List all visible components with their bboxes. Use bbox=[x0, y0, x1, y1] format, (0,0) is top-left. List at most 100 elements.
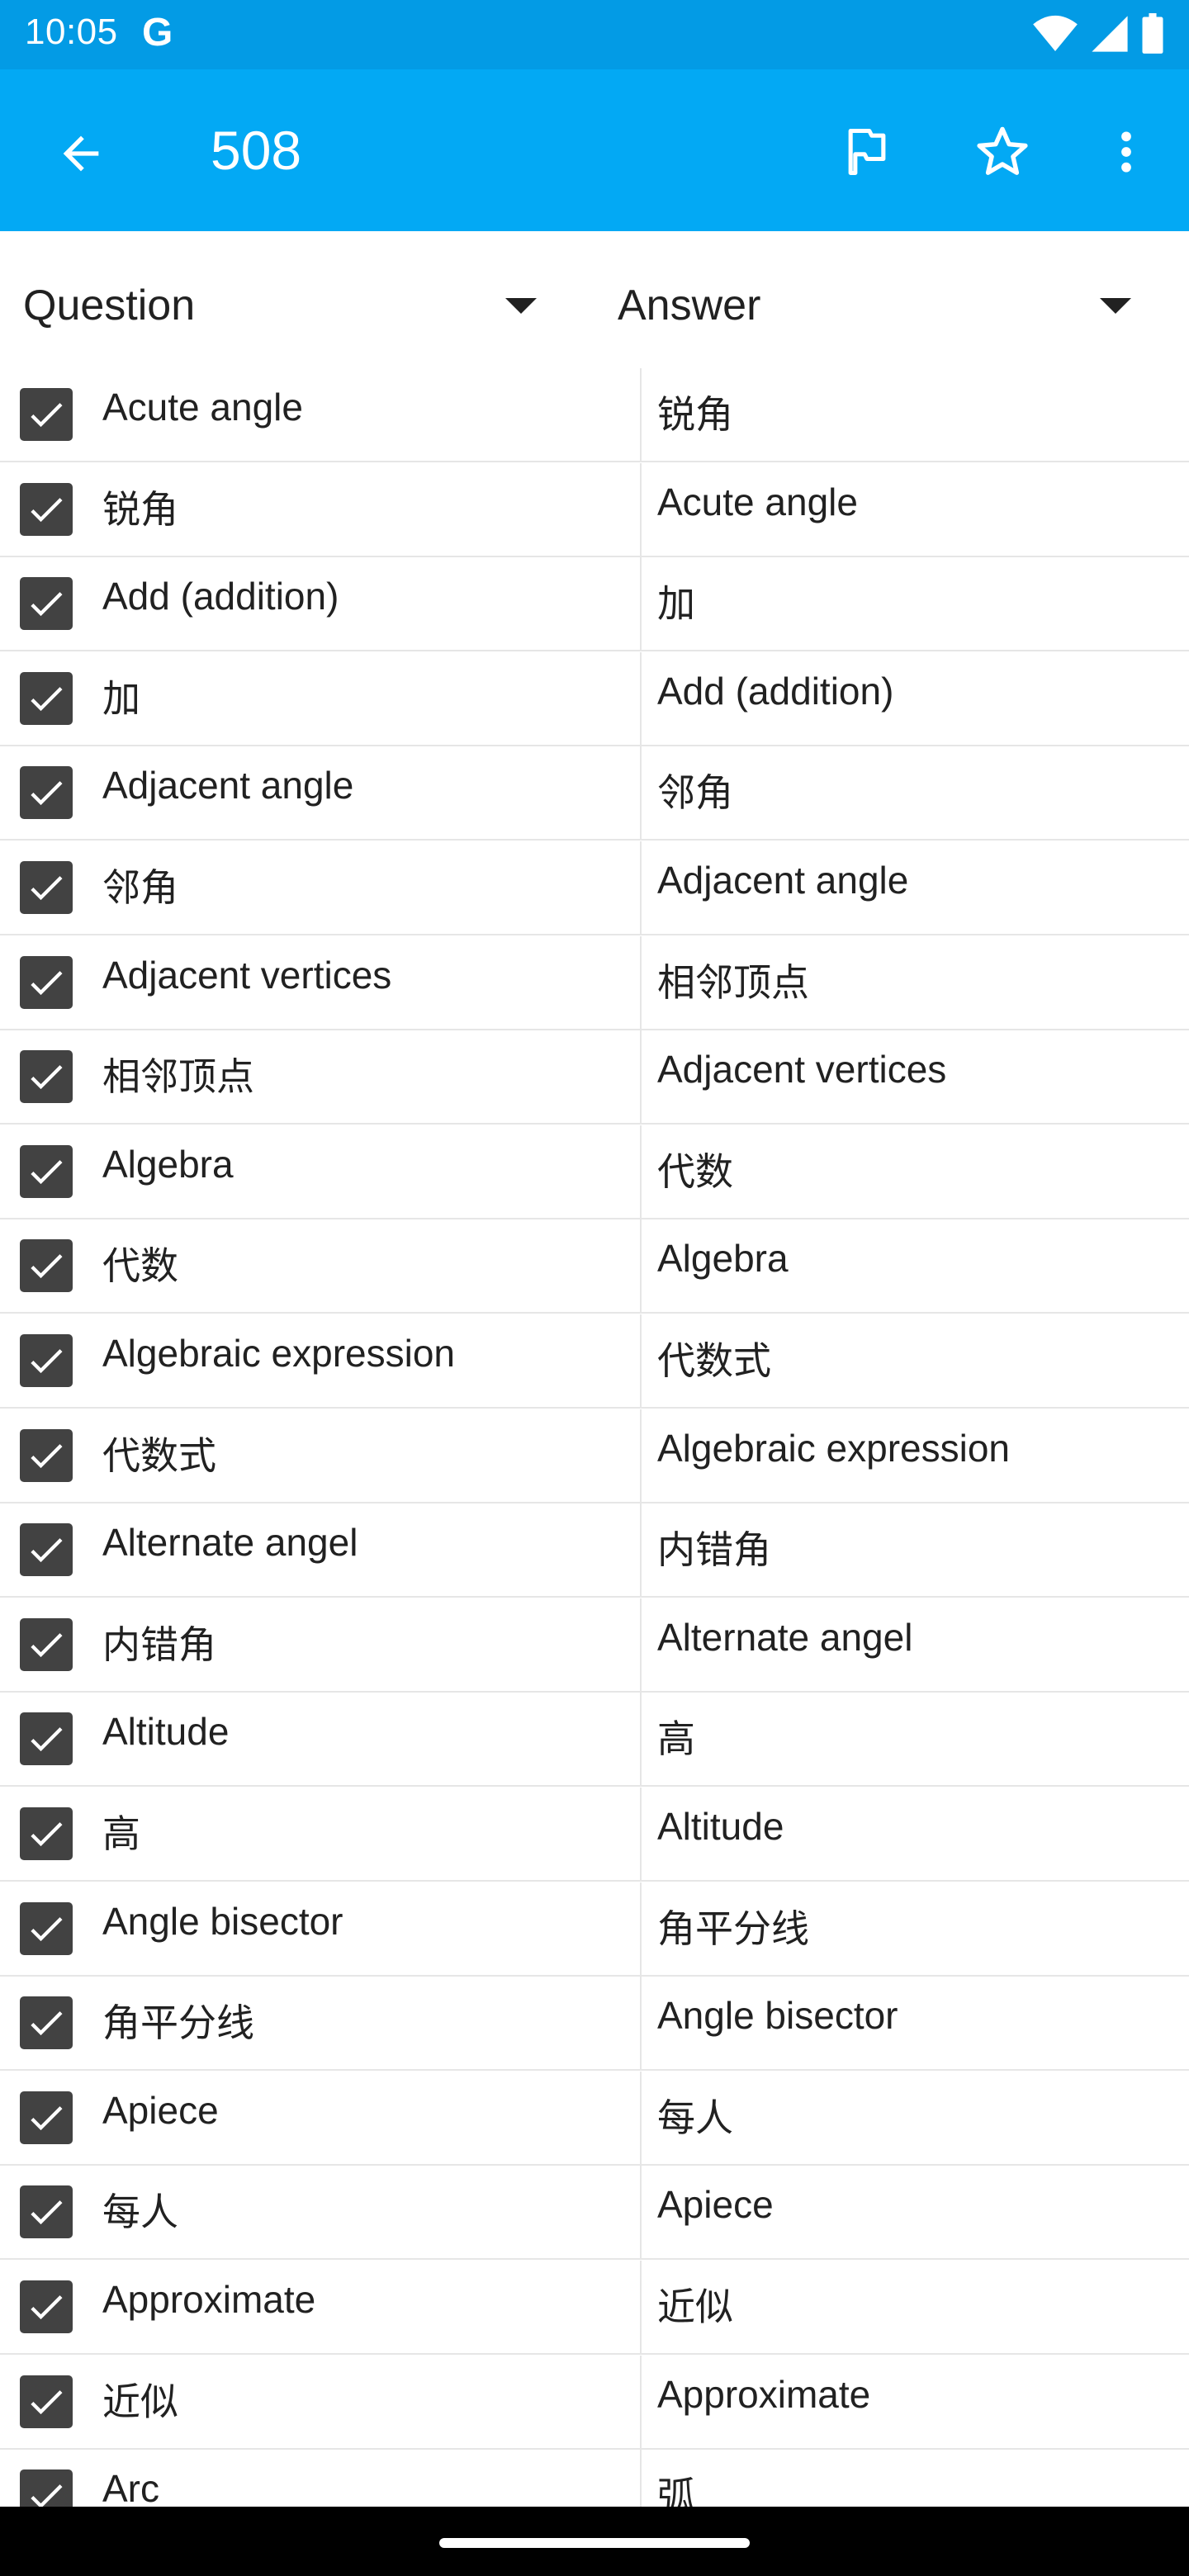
check-icon bbox=[31, 498, 63, 523]
question-text: 锐角 bbox=[102, 488, 178, 531]
card-row[interactable]: Algebra 代数 bbox=[0, 1125, 1189, 1219]
row-checkbox[interactable] bbox=[20, 2469, 73, 2507]
back-button[interactable] bbox=[48, 121, 114, 187]
row-checkbox[interactable] bbox=[20, 388, 73, 441]
row-checkbox[interactable] bbox=[20, 672, 73, 725]
answer-text: Apiece bbox=[657, 2183, 774, 2226]
question-text: 角平分线 bbox=[102, 2001, 254, 2044]
row-checkbox[interactable] bbox=[20, 2185, 73, 2238]
row-checkbox[interactable] bbox=[20, 1334, 73, 1387]
status-time: 10:05 bbox=[25, 12, 118, 52]
card-row[interactable]: 代数 Algebra bbox=[0, 1219, 1189, 1314]
answer-text: 近似 bbox=[657, 2285, 733, 2328]
question-column-label: Question bbox=[23, 282, 196, 329]
row-checkbox[interactable] bbox=[20, 1239, 73, 1292]
row-checkbox[interactable] bbox=[20, 1996, 73, 2049]
row-checkbox[interactable] bbox=[20, 1429, 73, 1482]
more-options-button[interactable] bbox=[1092, 117, 1161, 187]
row-checkbox[interactable] bbox=[20, 1902, 73, 1955]
card-row[interactable]: 每人 Apiece bbox=[0, 2166, 1189, 2260]
question-text: Approximate bbox=[102, 2278, 316, 2321]
row-checkbox[interactable] bbox=[20, 956, 73, 1009]
arrow-back-icon bbox=[63, 135, 99, 172]
row-checkbox[interactable] bbox=[20, 577, 73, 630]
question-text: Acute angle bbox=[102, 386, 303, 429]
status-icons bbox=[1032, 13, 1164, 54]
question-text: 代数式 bbox=[102, 1434, 216, 1477]
card-row[interactable]: Algebraic expression 代数式 bbox=[0, 1314, 1189, 1409]
row-checkbox[interactable] bbox=[20, 1712, 73, 1765]
column-divider bbox=[640, 2450, 642, 2507]
row-checkbox[interactable] bbox=[20, 861, 73, 914]
question-text: Altitude bbox=[102, 1710, 230, 1753]
card-row[interactable]: 加 Add (addition) bbox=[0, 652, 1189, 746]
row-checkbox[interactable] bbox=[20, 1145, 73, 1198]
card-row[interactable]: Alternate angel 内错角 bbox=[0, 1503, 1189, 1598]
row-checkbox[interactable] bbox=[20, 1050, 73, 1103]
card-row[interactable]: Acute angle 锐角 bbox=[0, 368, 1189, 462]
column-divider bbox=[640, 1125, 642, 1219]
answer-text: Algebra bbox=[657, 1237, 789, 1280]
star-icon bbox=[977, 126, 1028, 175]
check-icon bbox=[31, 592, 63, 617]
question-column-dropdown[interactable]: Question bbox=[23, 272, 552, 339]
column-divider bbox=[640, 1977, 642, 2071]
status-bar: 10:05 G bbox=[0, 0, 1189, 69]
question-text: Algebraic expression bbox=[102, 1332, 456, 1375]
answer-text: Approximate bbox=[657, 2373, 871, 2416]
page-title: 508 bbox=[211, 120, 302, 181]
column-divider bbox=[640, 1503, 642, 1598]
question-text: 近似 bbox=[102, 2380, 178, 2423]
row-checkbox[interactable] bbox=[20, 1618, 73, 1671]
question-text: Angle bisector bbox=[102, 1900, 343, 1943]
wifi-icon bbox=[1033, 15, 1078, 51]
card-row[interactable]: Arc 弧 bbox=[0, 2450, 1189, 2507]
row-checkbox[interactable] bbox=[20, 1807, 73, 1860]
row-checkbox[interactable] bbox=[20, 2375, 73, 2428]
check-icon bbox=[31, 403, 63, 428]
card-row[interactable]: Add (addition) 加 bbox=[0, 557, 1189, 651]
column-divider bbox=[640, 2356, 642, 2450]
answer-text: 邻角 bbox=[657, 771, 733, 814]
card-row[interactable]: 相邻顶点 Adjacent vertices bbox=[0, 1030, 1189, 1125]
card-row[interactable]: Adjacent vertices 相邻顶点 bbox=[0, 936, 1189, 1030]
column-divider bbox=[640, 1693, 642, 1787]
answer-column-dropdown[interactable]: Answer bbox=[618, 272, 1146, 339]
card-row[interactable]: 内错角 Alternate angel bbox=[0, 1598, 1189, 1693]
question-text: Apiece bbox=[102, 2089, 219, 2132]
row-checkbox[interactable] bbox=[20, 766, 73, 819]
flag-button[interactable] bbox=[832, 117, 902, 187]
card-row[interactable]: Approximate 近似 bbox=[0, 2261, 1189, 2355]
check-icon bbox=[31, 971, 63, 996]
row-checkbox[interactable] bbox=[20, 483, 73, 536]
card-row[interactable]: Angle bisector 角平分线 bbox=[0, 1882, 1189, 1977]
card-row[interactable]: 角平分线 Angle bisector bbox=[0, 1977, 1189, 2071]
check-icon bbox=[31, 1727, 63, 1752]
card-row[interactable]: Altitude 高 bbox=[0, 1693, 1189, 1787]
card-row[interactable]: 近似 Approximate bbox=[0, 2356, 1189, 2450]
question-text: 相邻顶点 bbox=[102, 1055, 254, 1098]
question-text: 加 bbox=[102, 677, 140, 720]
row-checkbox[interactable] bbox=[20, 2091, 73, 2144]
question-text: Add (addition) bbox=[102, 575, 339, 618]
card-row[interactable]: Adjacent angle 邻角 bbox=[0, 746, 1189, 841]
column-divider bbox=[640, 2166, 642, 2260]
answer-column-label: Answer bbox=[618, 282, 761, 329]
row-checkbox[interactable] bbox=[20, 1523, 73, 1576]
card-row[interactable]: 邻角 Adjacent angle bbox=[0, 841, 1189, 935]
column-divider bbox=[640, 463, 642, 557]
home-gesture-handle[interactable] bbox=[439, 2538, 750, 2548]
favorite-button[interactable] bbox=[968, 117, 1037, 187]
column-divider bbox=[640, 2072, 642, 2166]
card-row[interactable]: Apiece 每人 bbox=[0, 2072, 1189, 2166]
answer-text: Adjacent angle bbox=[657, 859, 909, 902]
card-row[interactable]: 高 Altitude bbox=[0, 1788, 1189, 1882]
card-row[interactable]: 锐角 Acute angle bbox=[0, 463, 1189, 557]
card-list[interactable]: Acute angle 锐角 锐角 Acute angle Add (addition)… bbox=[0, 368, 1189, 2507]
answer-text: 相邻顶点 bbox=[657, 961, 809, 1004]
row-checkbox[interactable] bbox=[20, 2280, 73, 2333]
card-row[interactable]: 代数式 Algebraic expression bbox=[0, 1409, 1189, 1503]
column-divider bbox=[640, 746, 642, 841]
check-icon bbox=[31, 1065, 63, 1090]
answer-text: Algebraic expression bbox=[657, 1427, 1011, 1470]
